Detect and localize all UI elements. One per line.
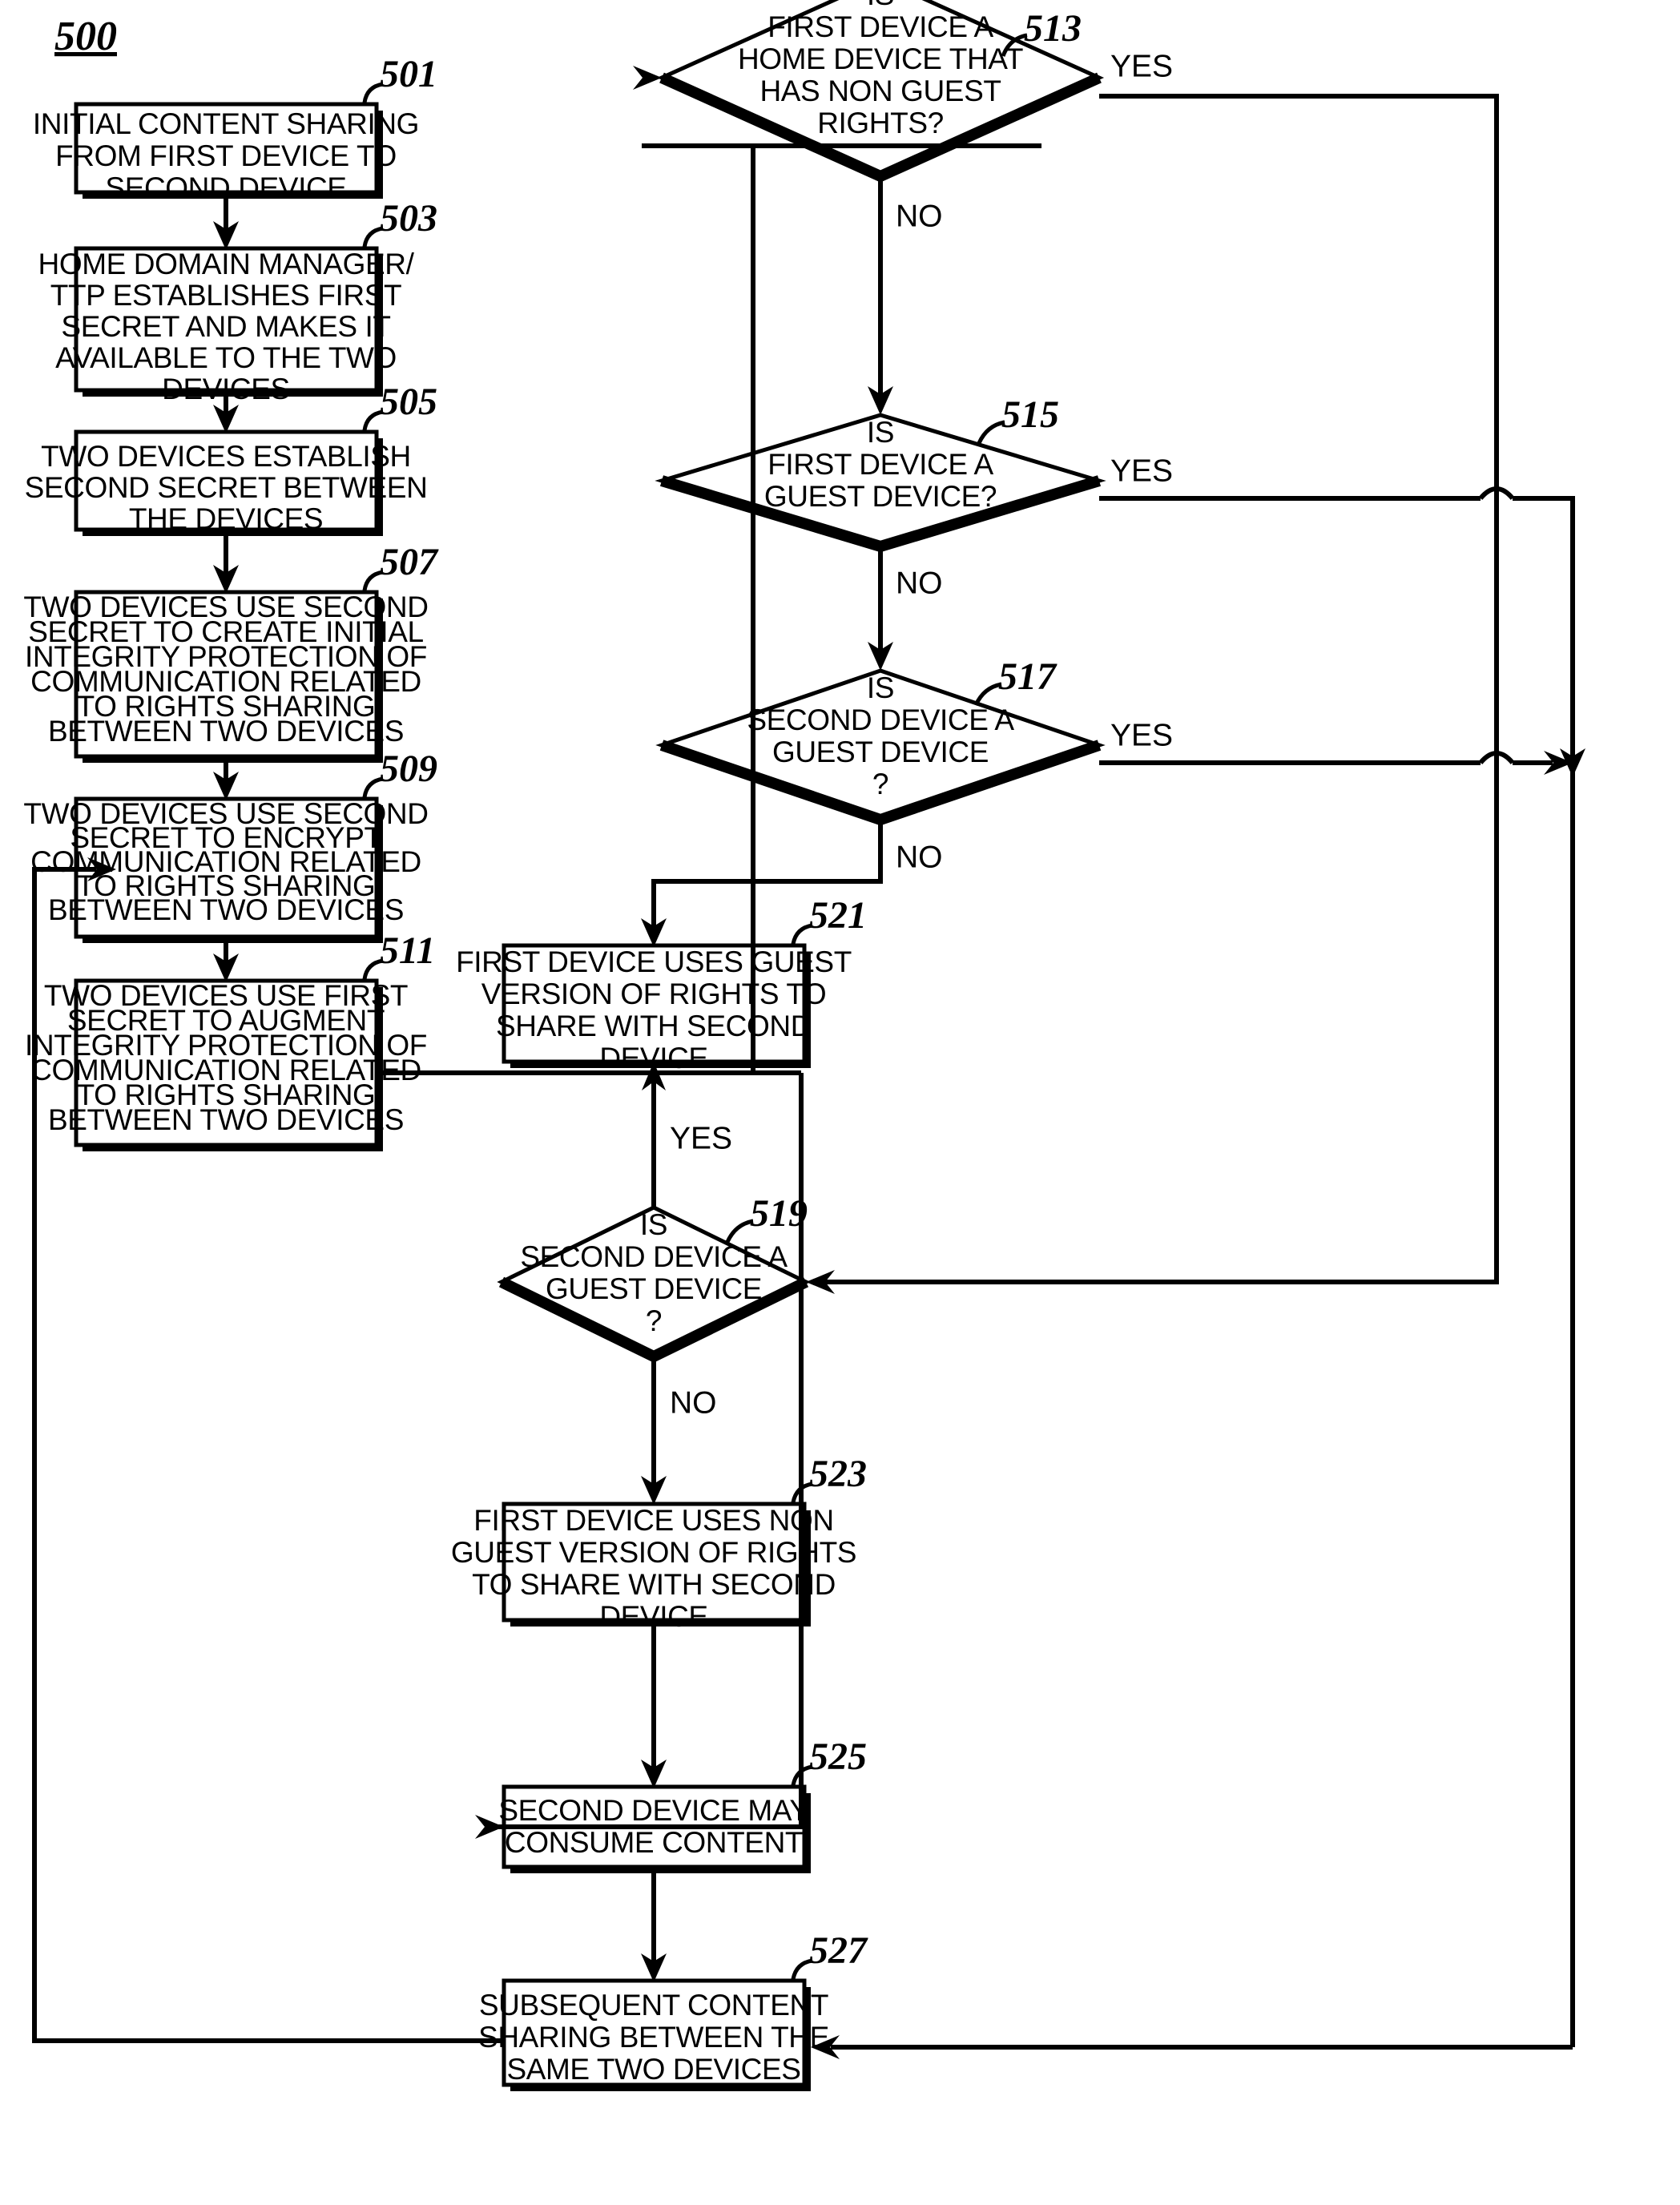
ref-number-505: 505 <box>380 381 437 423</box>
node-521-line-2: SHARE WITH SECOND <box>496 1010 812 1042</box>
ref-number-503: 503 <box>380 197 437 240</box>
ref-number-515: 515 <box>1001 393 1059 436</box>
node-523: FIRST DEVICE USES NON GUEST VERSION OF R… <box>451 1502 856 1633</box>
node-511: TWO DEVICES USE FIRST SECRET TO AUGMENT … <box>25 978 427 1151</box>
edge-label-517-no: NO <box>896 840 943 874</box>
ref-leader-523: 523 <box>791 1453 867 1503</box>
node-519-line-2: GUEST DEVICE <box>546 1272 762 1305</box>
patent-figure-500: 500 INITIAL CONTENT SHARING FROM FIRST D… <box>0 0 1680 2205</box>
ref-leader-525: 525 <box>791 1735 867 1786</box>
ref-number-527: 527 <box>809 1929 868 1972</box>
node-503-line-0: HOME DOMAIN MANAGER/ <box>38 248 415 280</box>
ref-leader-519: 519 <box>725 1192 808 1244</box>
ref-number-507: 507 <box>380 541 439 583</box>
node-515-line-0: IS <box>867 416 894 449</box>
edge-509-511 <box>213 937 239 982</box>
node-523-line-2: TO SHARE WITH SECOND <box>472 1568 836 1601</box>
edge-label-515-no: NO <box>896 566 943 600</box>
node-521: FIRST DEVICE USES GUEST VERSION OF RIGHT… <box>456 943 852 1074</box>
edge-517-yes: YES <box>1099 718 1585 777</box>
edge-label-519-yes: YES <box>670 1121 732 1155</box>
node-513-line-2: HOME DEVICE THAT <box>738 42 1023 75</box>
node-501-line-0: INITIAL CONTENT SHARING <box>33 107 419 140</box>
flowchart-canvas: 500 INITIAL CONTENT SHARING FROM FIRST D… <box>23 0 1585 2091</box>
node-517-line-0: IS <box>867 671 894 704</box>
node-521-line-0: FIRST DEVICE USES GUEST <box>456 945 852 978</box>
edge-label-519-no: NO <box>670 1385 717 1420</box>
edge-517-no-521: NO <box>641 820 943 947</box>
node-525: SECOND DEVICE MAY CONSUME CONTENT <box>498 1784 811 1873</box>
ref-number-509: 509 <box>380 748 437 790</box>
ref-number-525: 525 <box>809 1735 867 1778</box>
edge-507-509 <box>213 756 239 800</box>
node-513-line-0: IS <box>867 0 894 11</box>
node-519-line-3: ? <box>646 1304 662 1337</box>
edge-511-513 <box>383 78 1041 1075</box>
figure-number-500: 500 <box>54 14 117 59</box>
edge-label-515-yes: YES <box>1110 453 1173 488</box>
ref-number-513: 513 <box>1024 7 1082 50</box>
node-523-line-1: GUEST VERSION OF RIGHTS <box>451 1536 856 1569</box>
edge-519-yes-521: YES <box>642 1062 732 1207</box>
node-507-line-5: BETWEEN TWO DEVICES <box>48 715 404 748</box>
ref-leader-507: 507 <box>362 541 439 591</box>
node-503-line-3: AVAILABLE TO THE TWO <box>55 341 397 374</box>
node-525-line-1: CONSUME CONTENT <box>505 1826 803 1859</box>
node-525-line-0: SECOND DEVICE MAY <box>498 1794 808 1827</box>
edge-515-no-517: NO <box>868 546 943 671</box>
edge-525-527 <box>641 1867 667 1982</box>
node-517-line-1: SECOND DEVICE A <box>747 703 1014 736</box>
node-527-line-1: SHARING BETWEEN THE <box>478 2021 829 2054</box>
edge-515-yes: YES <box>1099 453 1575 2047</box>
ref-number-501: 501 <box>380 53 437 95</box>
node-517-line-3: ? <box>872 768 888 800</box>
node-515-line-1: FIRST DEVICE A <box>767 448 993 481</box>
node-505-line-0: TWO DEVICES ESTABLISH <box>41 440 411 473</box>
node-509-line-4: BETWEEN TWO DEVICES <box>48 893 404 926</box>
ref-leader-501: 501 <box>362 53 437 103</box>
edge-outer-to-527 <box>811 2035 1573 2059</box>
node-507: TWO DEVICES USE SECOND SECRET TO CREATE … <box>23 590 429 763</box>
node-503-line-2: SECRET AND MAKES IT <box>61 310 390 343</box>
ref-leader-515: 515 <box>977 393 1059 445</box>
node-503: HOME DOMAIN MANAGER/ TTP ESTABLISHES FIR… <box>38 246 415 405</box>
node-501: INITIAL CONTENT SHARING FROM FIRST DEVIC… <box>33 102 419 204</box>
ref-leader-527: 527 <box>791 1929 868 1980</box>
edge-511-525 <box>383 1070 804 1839</box>
node-501-line-1: FROM FIRST DEVICE TO <box>55 139 397 172</box>
ref-number-521: 521 <box>809 894 867 937</box>
ref-number-511: 511 <box>380 929 435 972</box>
ref-number-523: 523 <box>809 1453 867 1495</box>
node-517-line-2: GUEST DEVICE <box>772 736 989 768</box>
node-527-line-0: SUBSEQUENT CONTENT <box>479 1989 828 2022</box>
node-523-line-0: FIRST DEVICE USES NON <box>473 1504 833 1537</box>
edge-505-507 <box>213 530 239 594</box>
node-519-line-0: IS <box>640 1208 667 1241</box>
edge-label-517-yes: YES <box>1110 718 1173 752</box>
node-505-line-1: SECOND SECRET BETWEEN <box>25 471 428 504</box>
ref-leader-503: 503 <box>362 197 437 248</box>
ref-leader-517: 517 <box>973 655 1058 707</box>
ref-leader-521: 521 <box>791 894 867 945</box>
node-503-line-1: TTP ESTABLISHES FIRST <box>50 279 401 312</box>
node-513-line-1: FIRST DEVICE A <box>767 10 993 43</box>
edge-513-yes-519: YES <box>806 49 1499 1294</box>
node-521-line-1: VERSION OF RIGHTS TO <box>481 978 827 1010</box>
node-515-line-2: GUEST DEVICE? <box>764 480 997 513</box>
node-527: SUBSEQUENT CONTENT SHARING BETWEEN THE S… <box>478 1978 829 2091</box>
node-513-line-3: HAS NON GUEST <box>759 75 1001 107</box>
node-527-line-2: SAME TWO DEVICES <box>506 2053 800 2086</box>
node-511-line-5: BETWEEN TWO DEVICES <box>48 1103 404 1136</box>
node-505: TWO DEVICES ESTABLISH SECOND SECRET BETW… <box>25 429 428 536</box>
ref-number-517: 517 <box>998 655 1058 698</box>
node-513-line-4: RIGHTS? <box>817 107 944 139</box>
edge-513-no-515: NO <box>868 176 943 415</box>
edge-label-513-no: NO <box>896 199 943 233</box>
figure-number-label: 500 <box>54 14 117 59</box>
node-519-line-1: SECOND DEVICE A <box>520 1240 788 1273</box>
edge-519-no-523: NO <box>641 1356 717 1505</box>
edge-523-525 <box>641 1620 667 1788</box>
edge-label-513-yes: YES <box>1110 49 1173 83</box>
